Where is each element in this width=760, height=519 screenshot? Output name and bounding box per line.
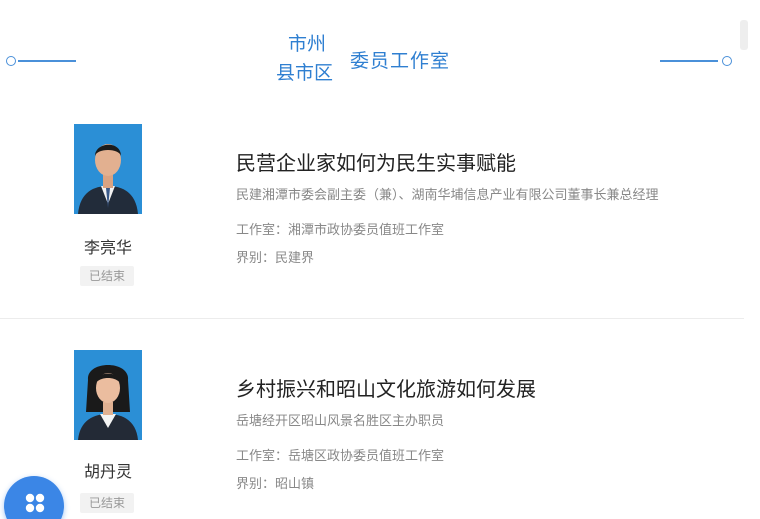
card-divider	[0, 318, 744, 319]
office-label: 工作室：	[236, 449, 289, 464]
header-decoration-left	[6, 55, 76, 67]
sector-value: 民建界	[275, 251, 315, 266]
sector-label: 界别：	[236, 477, 276, 492]
member-card[interactable]: 胡丹灵 已结束 乡村振兴和昭山文化旅游如何发展 岳塘经开区昭山风景名胜区主办职员…	[0, 330, 744, 519]
sector-row: 界别：民建界	[236, 247, 314, 266]
header: 市州 县市区 委员工作室	[0, 0, 760, 100]
sector-row: 界别：昭山镇	[236, 473, 314, 492]
header-decoration-right	[660, 55, 732, 67]
topic-title[interactable]: 民营企业家如何为民生实事赋能	[236, 147, 516, 176]
office-value: 湘潭市政协委员值班工作室	[288, 223, 445, 238]
apps-icon	[25, 493, 45, 513]
page-title: 委员工作室	[350, 50, 451, 72]
decoration-circle	[6, 56, 16, 66]
office-label: 工作室：	[236, 223, 289, 238]
office-row: 工作室：岳塘区政协委员值班工作室	[236, 445, 444, 464]
member-name: 胡丹灵	[83, 462, 132, 481]
office-value: 岳塘区政协委员值班工作室	[288, 449, 445, 464]
member-card[interactable]: 李亮华 已结束 民营企业家如何为民生实事赋能 民建湘潭市委会副主委（兼）、湖南华…	[0, 106, 744, 306]
member-photo	[74, 350, 142, 440]
member-position: 岳塘经开区昭山风景名胜区主办职员	[236, 414, 445, 429]
tab-county[interactable]: 县市区	[276, 59, 346, 88]
decoration-line	[18, 60, 76, 62]
sector-label: 界别：	[236, 251, 276, 266]
region-tabs: 市州 县市区	[276, 30, 346, 88]
tab-city[interactable]: 市州	[276, 30, 346, 59]
topic-title[interactable]: 乡村振兴和昭山文化旅游如何发展	[236, 373, 536, 402]
member-name: 李亮华	[83, 238, 132, 257]
sector-value: 昭山镇	[275, 477, 315, 492]
member-photo	[74, 124, 142, 214]
decoration-line	[660, 60, 718, 62]
decoration-circle	[722, 56, 732, 66]
status-badge: 已结束	[80, 493, 134, 513]
member-position: 民建湘潭市委会副主委（兼）、湖南华埔信息产业有限公司董事长兼总经理	[236, 188, 659, 203]
office-row: 工作室：湘潭市政协委员值班工作室	[236, 219, 444, 238]
status-badge: 已结束	[80, 266, 134, 286]
scrollbar-thumb[interactable]	[740, 20, 748, 50]
